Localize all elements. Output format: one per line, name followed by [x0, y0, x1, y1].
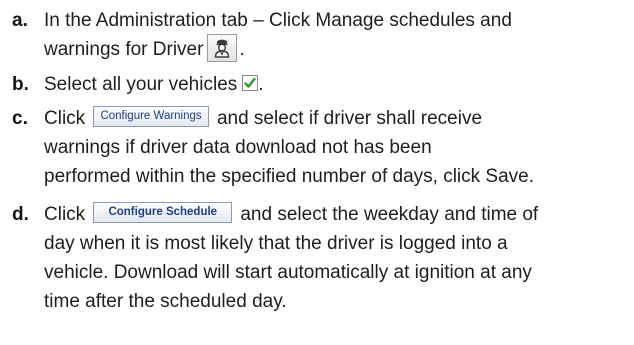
step-line: Click Configure Schedule and select the …	[44, 200, 628, 229]
step-line: In the Administration tab – Click Manage…	[44, 10, 512, 31]
step-text-fragment: .	[258, 74, 264, 95]
step-text: In the Administration tab – Click Manage…	[44, 6, 628, 64]
driver-person-icon	[207, 33, 238, 62]
step-line: warnings for Driver .	[44, 33, 628, 64]
step-text: Select all your vehicles .	[44, 70, 628, 99]
step-line: warnings if driver data download not has…	[44, 137, 432, 158]
step-line: day when it is most likely that the driv…	[44, 233, 508, 254]
configure-warnings-button[interactable]: Configure Warnings	[93, 106, 209, 128]
step-text-fragment: Select all your vehicles	[44, 74, 238, 95]
step-text-fragment: and select if driver shall receive	[211, 108, 483, 129]
step-line: performed within the specified number of…	[44, 166, 535, 187]
step-text-fragment: and select the weekday and time of	[235, 204, 539, 225]
step-text: Click Configure Warnings and select if d…	[44, 104, 628, 191]
step-text-fragment: Click	[44, 108, 91, 129]
instruction-document: a. In the Administration tab – Click Man…	[0, 0, 634, 345]
step-text-fragment: Click	[44, 204, 91, 225]
step-line: time after the scheduled day.	[44, 291, 287, 312]
checkmark-icon	[242, 74, 259, 91]
step-letter: a.	[12, 10, 28, 31]
step-letter: d.	[12, 204, 29, 225]
step-letter: c.	[12, 108, 28, 129]
step-text-fragment: .	[239, 39, 245, 60]
step-line: Select all your vehicles .	[44, 70, 628, 99]
configure-schedule-button[interactable]: Configure Schedule	[93, 202, 233, 224]
step-text: Click Configure Schedule and select the …	[44, 200, 628, 316]
step-line: Click Configure Warnings and select if d…	[44, 104, 628, 133]
step-line: vehicle. Download will start automatical…	[44, 262, 532, 283]
step-letter: b.	[12, 74, 29, 95]
step-text-fragment: warnings for Driver	[44, 39, 204, 60]
